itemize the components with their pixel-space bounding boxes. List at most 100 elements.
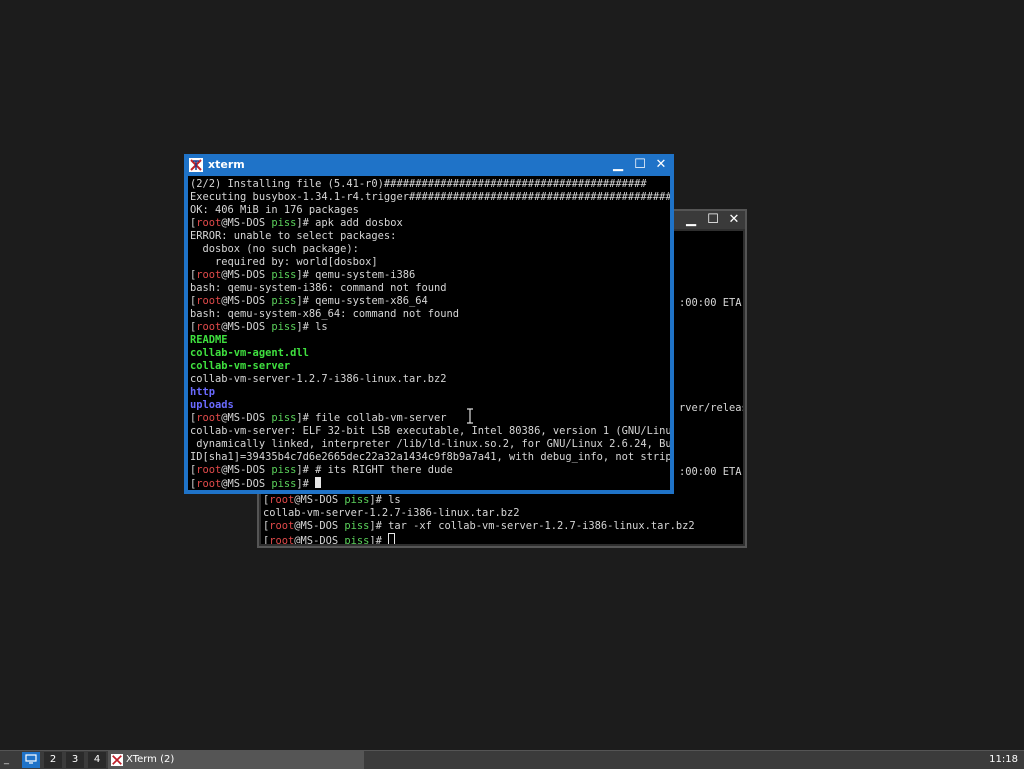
- terminal-text: @MS-DOS: [294, 494, 345, 506]
- terminal-text: root: [269, 520, 295, 532]
- front-terminal-line: uploads: [190, 399, 670, 412]
- workspace-1-button[interactable]: [22, 752, 40, 768]
- front-titlebar[interactable]: xterm ▁ ☐ ✕: [186, 156, 672, 174]
- terminal-text: piss: [344, 520, 370, 532]
- front-terminal-line: collab-vm-server-1.2.7-i386-linux.tar.bz…: [190, 373, 670, 386]
- xterm-window-front[interactable]: xterm ▁ ☐ ✕ (2/2) Installing file (5.41-…: [184, 154, 674, 494]
- front-terminal-line: [root@MS-DOS piss]#: [190, 477, 670, 490]
- back-release-fragment: rver/releas: [679, 402, 743, 414]
- front-terminal-line: required by: world[dosbox]: [190, 256, 670, 269]
- front-terminal-line: bash: qemu-system-x86_64: command not fo…: [190, 308, 670, 321]
- terminal-text: root: [196, 217, 222, 229]
- workspace-2-button[interactable]: 2: [44, 752, 62, 768]
- taskbar-task-xterm[interactable]: XTerm (2): [108, 751, 364, 769]
- terminal-text: uploads: [190, 399, 234, 411]
- terminal-text: @MS-DOS: [221, 295, 272, 307]
- terminal-text: @MS-DOS: [221, 217, 272, 229]
- terminal-text: piss: [344, 494, 370, 506]
- terminal-text: root: [196, 478, 222, 490]
- window-title: xterm: [208, 158, 245, 171]
- front-terminal-line: bash: qemu-system-i386: command not foun…: [190, 282, 670, 295]
- front-terminal-line: collab-vm-server: [190, 360, 670, 373]
- terminal-text: piss: [271, 217, 297, 229]
- close-icon[interactable]: ✕: [726, 212, 742, 228]
- text-cursor: [315, 477, 322, 488]
- terminal-text: ID[sha1]=39435b4c7d6e2665dec22a32a1434c9…: [190, 451, 670, 463]
- terminal-text: ]#: [369, 535, 389, 544]
- minimize-icon[interactable]: ▁: [683, 212, 699, 228]
- xterm-icon: [111, 754, 123, 766]
- front-terminal-line: http: [190, 386, 670, 399]
- terminal-text: root: [196, 321, 222, 333]
- terminal-text: @MS-DOS: [221, 412, 272, 424]
- terminal-text: bash: qemu-system-i386: command not foun…: [190, 282, 447, 294]
- minimize-icon[interactable]: ▁: [610, 157, 626, 173]
- terminal-text: ]# qemu-system-i386: [296, 269, 416, 281]
- terminal-text: http: [190, 386, 216, 398]
- terminal-text: @MS-DOS: [221, 321, 272, 333]
- terminal-text: required by: world[dosbox]: [190, 256, 378, 268]
- terminal-text: collab-vm-server: [190, 360, 291, 372]
- workspace-4-button[interactable]: 4: [88, 752, 106, 768]
- taskbar-task-label: XTerm (2): [126, 754, 175, 765]
- terminal-text: @MS-DOS: [294, 535, 345, 544]
- taskbar: _ 2 3 4 XTerm (2) 11:18: [0, 750, 1024, 769]
- terminal-text: ]# ls: [296, 321, 328, 333]
- terminal-text: piss: [271, 412, 297, 424]
- terminal-text: piss: [271, 321, 297, 333]
- front-terminal-line: (2/2) Installing file (5.41-r0)#########…: [190, 178, 670, 191]
- back-eta-fragment-2: :00:00 ETA: [679, 466, 742, 478]
- terminal-text: piss: [271, 464, 297, 476]
- terminal-text: ]# apk add dosbox: [296, 217, 403, 229]
- menu-button[interactable]: _: [4, 751, 18, 769]
- back-terminal-output: [root@MS-DOS piss]# ls collab-vm-server-1…: [261, 492, 695, 544]
- front-terminal-line: ERROR: unable to select packages:: [190, 230, 670, 243]
- terminal-text: collab-vm-server: ELF 32-bit LSB executa…: [190, 425, 670, 437]
- text-cursor: [388, 533, 396, 544]
- front-terminal-line: [root@MS-DOS piss]# ls: [190, 321, 670, 334]
- terminal-text: @MS-DOS: [221, 478, 272, 490]
- terminal-text: piss: [271, 478, 297, 490]
- front-terminal-line: [root@MS-DOS piss]# qemu-system-x86_64: [190, 295, 670, 308]
- maximize-icon[interactable]: ☐: [705, 212, 721, 228]
- terminal-text: piss: [271, 295, 297, 307]
- front-terminal-line: [root@MS-DOS piss]# qemu-system-i386: [190, 269, 670, 282]
- close-icon[interactable]: ✕: [653, 157, 669, 173]
- terminal-text: ]#: [296, 478, 316, 490]
- text-cursor-icon: [467, 408, 473, 424]
- back-terminal-line: [root@MS-DOS piss]# ls: [263, 494, 695, 507]
- terminal-text: root: [196, 269, 222, 281]
- terminal-text: ERROR: unable to select packages:: [190, 230, 397, 242]
- front-terminal-line: [root@MS-DOS piss]# apk add dosbox: [190, 217, 670, 230]
- back-eta-fragment-1: :00:00 ETA: [679, 297, 742, 309]
- terminal-text: @MS-DOS: [221, 269, 272, 281]
- terminal-text: root: [196, 412, 222, 424]
- terminal-text: piss: [271, 269, 297, 281]
- maximize-icon[interactable]: ☐: [632, 157, 648, 173]
- back-terminal-line: [root@MS-DOS piss]# tar -xf collab-vm-se…: [263, 520, 695, 533]
- terminal-text: ]# file collab-vm-server: [296, 412, 447, 424]
- terminal-text: dosbox (no such package):: [190, 243, 359, 255]
- terminal-text: collab-vm-agent.dll: [190, 347, 309, 359]
- front-terminal-line: dosbox (no such package):: [190, 243, 670, 256]
- terminal-text: (2/2) Installing file (5.41-r0)#########…: [190, 178, 647, 190]
- front-terminal-area[interactable]: (2/2) Installing file (5.41-r0)#########…: [188, 176, 670, 490]
- monitor-icon: [25, 754, 37, 764]
- front-terminal-line: OK: 406 MiB in 176 packages: [190, 204, 670, 217]
- front-terminal-line: Executing busybox-1.34.1-r4.trigger#####…: [190, 191, 670, 204]
- terminal-text: root: [196, 295, 222, 307]
- front-terminal-line: ID[sha1]=39435b4c7d6e2665dec22a32a1434c9…: [190, 451, 670, 464]
- front-terminal-line: collab-vm-agent.dll: [190, 347, 670, 360]
- terminal-text: dynamically linked, interpreter /lib/ld-…: [190, 438, 670, 450]
- xterm-icon: [189, 158, 203, 172]
- front-terminal-output: (2/2) Installing file (5.41-r0)#########…: [188, 176, 670, 490]
- clock: 11:18: [989, 754, 1018, 765]
- terminal-text: collab-vm-server-1.2.7-i386-linux.tar.bz…: [190, 373, 447, 385]
- back-terminal-line: collab-vm-server-1.2.7-i386-linux.tar.bz…: [263, 507, 695, 520]
- front-terminal-line: README: [190, 334, 670, 347]
- terminal-text: root: [269, 494, 295, 506]
- front-terminal-line: [root@MS-DOS piss]# file collab-vm-serve…: [190, 412, 670, 425]
- terminal-text: @MS-DOS: [221, 464, 272, 476]
- terminal-text: ]# qemu-system-x86_64: [296, 295, 428, 307]
- workspace-3-button[interactable]: 3: [66, 752, 84, 768]
